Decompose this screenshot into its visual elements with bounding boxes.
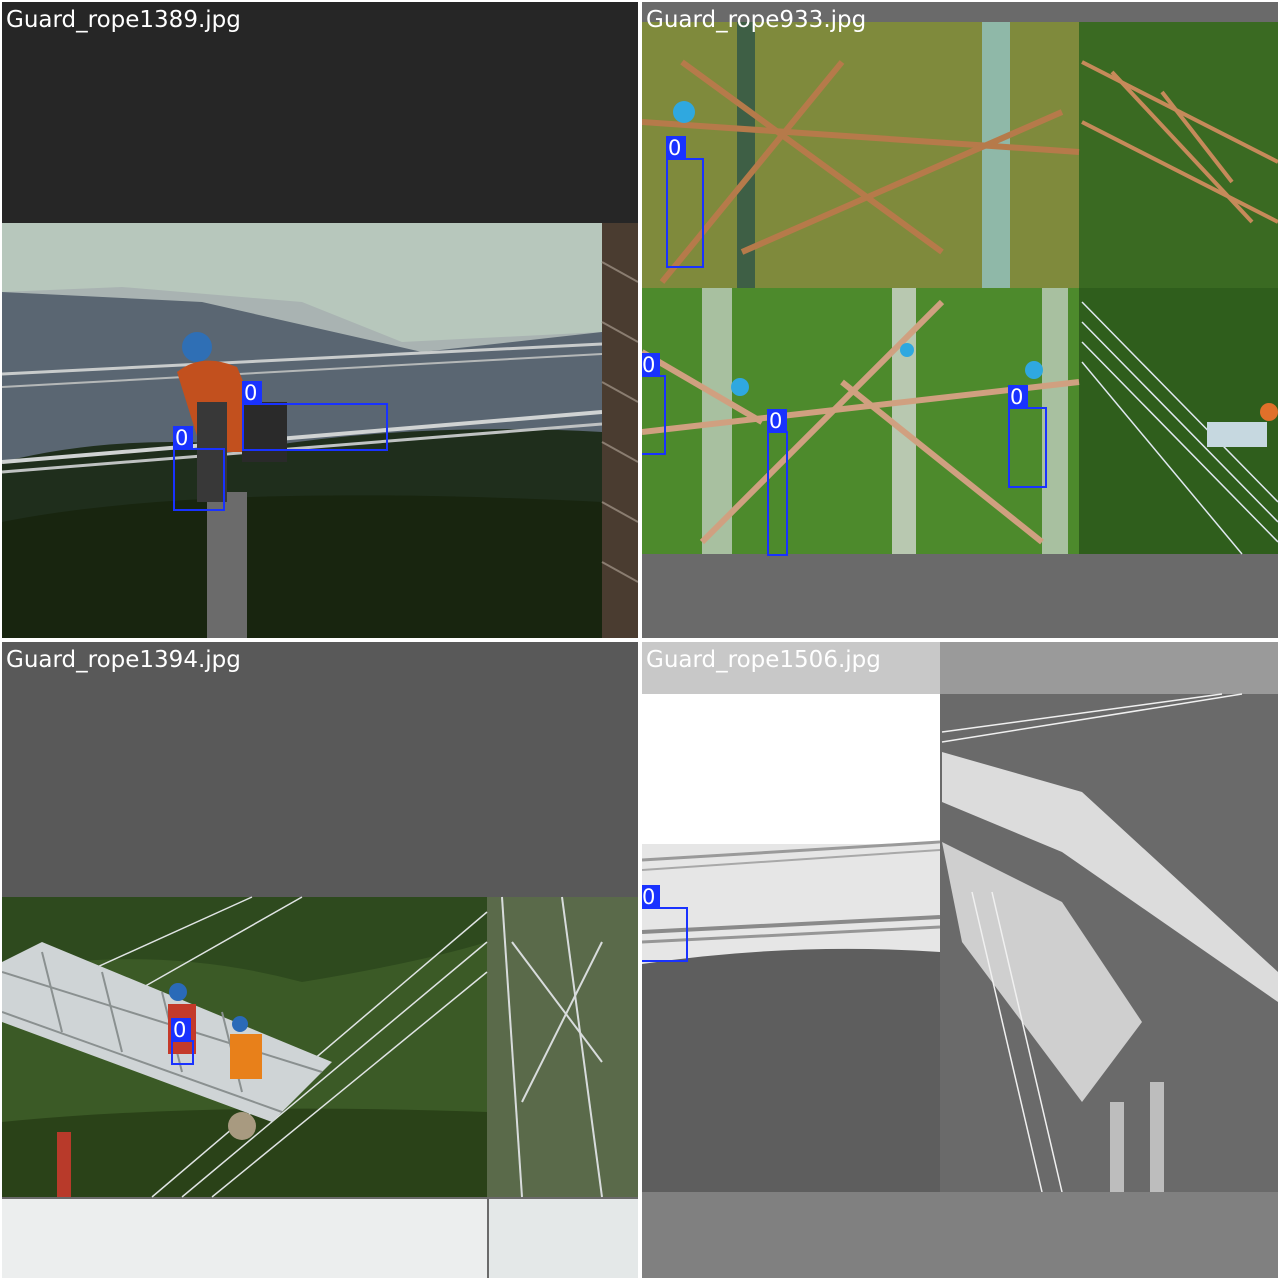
scene-powerline-worker-on-insulator bbox=[2, 2, 638, 638]
detection-box: 0 bbox=[173, 426, 225, 511]
detection-box: 0 bbox=[642, 885, 688, 962]
detection-box: 0 bbox=[642, 353, 666, 455]
class-label: 0 bbox=[173, 426, 193, 450]
image-filename: Guard_rope933.jpg bbox=[646, 7, 867, 33]
class-label: 0 bbox=[642, 353, 660, 377]
mosaic-tile-guard-rope1394: Guard_rope1394.jpg 0 bbox=[2, 642, 638, 1278]
class-label: 0 bbox=[666, 136, 686, 160]
image-filename: Guard_rope1394.jpg bbox=[6, 647, 241, 673]
class-label: 0 bbox=[242, 381, 262, 405]
image-filename: Guard_rope1506.jpg bbox=[646, 647, 881, 673]
mosaic-tile-guard-rope1389: Guard_rope1389.jpg 0 0 bbox=[2, 2, 638, 638]
scene-workers-on-crossarm bbox=[2, 642, 638, 1278]
detection-box: 0 bbox=[666, 136, 704, 268]
detection-box: 0 bbox=[171, 1018, 194, 1065]
mosaic-tile-guard-rope933: Guard_rope933.jpg 0 0 0 0 bbox=[642, 2, 1278, 638]
class-label: 0 bbox=[1008, 385, 1028, 409]
detection-box: 0 bbox=[242, 381, 388, 451]
detection-box: 0 bbox=[767, 409, 788, 556]
class-label: 0 bbox=[171, 1018, 191, 1042]
detection-box: 0 bbox=[1008, 385, 1047, 488]
scene-grayscale-tower-and-lines bbox=[642, 642, 1278, 1278]
scene-workers-on-steel-tower bbox=[642, 2, 1278, 638]
class-label: 0 bbox=[767, 409, 787, 433]
image-filename: Guard_rope1389.jpg bbox=[6, 7, 241, 33]
class-label: 0 bbox=[642, 885, 660, 909]
mosaic-tile-guard-rope1506: Guard_rope1506.jpg 0 bbox=[642, 642, 1278, 1278]
